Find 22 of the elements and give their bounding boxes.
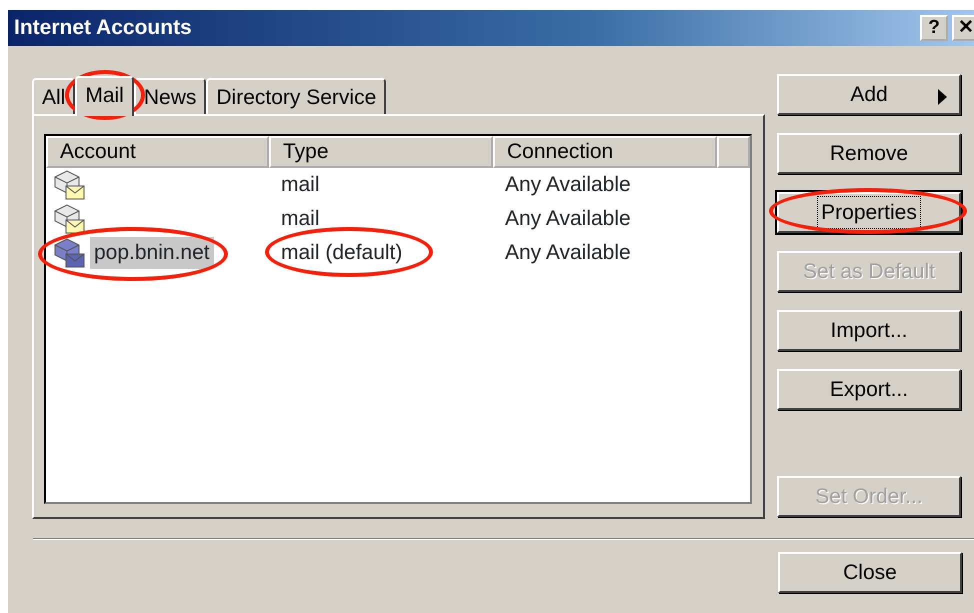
tab[interactable]: Directory Service [206, 78, 386, 114]
tab[interactable]: All [32, 78, 76, 114]
connection-type: Any Available [505, 207, 631, 230]
action-button[interactable]: Export... [777, 369, 961, 410]
account-name[interactable]: pop.bnin.net [90, 237, 214, 269]
close-button[interactable]: Close [778, 552, 962, 593]
action-button[interactable]: Add [777, 74, 961, 115]
close-button[interactable]: ✕ [952, 15, 974, 41]
column-header[interactable]: Connection [493, 136, 717, 168]
help-button[interactable]: ? [920, 15, 948, 41]
window-title: Internet Accounts [14, 15, 192, 42]
tab[interactable]: News [134, 78, 206, 114]
account-type: mail [281, 173, 320, 196]
column-header[interactable]: Type [269, 136, 493, 168]
action-button[interactable]: Remove [777, 133, 961, 174]
action-button[interactable]: Import... [777, 310, 961, 351]
account-type: mail [281, 207, 320, 230]
account-type: mail (default) [281, 241, 402, 264]
column-header[interactable]: Account [46, 136, 269, 168]
connection-type: Any Available [505, 241, 631, 264]
tab[interactable]: Mail [75, 76, 134, 116]
connection-type: Any Available [505, 173, 631, 196]
